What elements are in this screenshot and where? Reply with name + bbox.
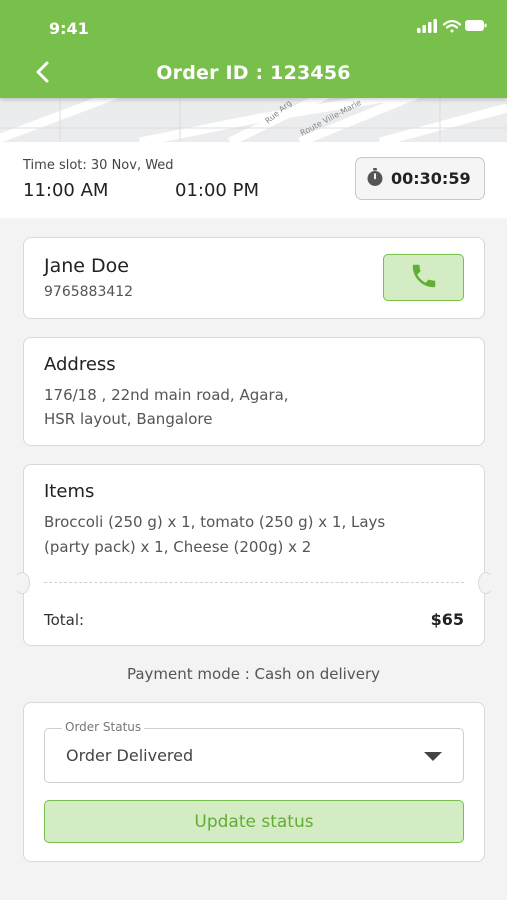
order-status-card: Order Status Order Delivered Update stat… (23, 702, 485, 862)
address-line-2: HSR layout, Bangalore (44, 410, 213, 428)
battery-icon (465, 20, 487, 31)
status-bar-time: 9:41 (49, 19, 89, 38)
timeslot-label: Time slot: 30 Nov, Wed (23, 158, 174, 173)
items-title: Items (44, 481, 95, 502)
customer-phone: 9765883412 (44, 284, 134, 300)
call-button[interactable] (383, 254, 464, 301)
stopwatch-icon (365, 167, 385, 191)
customer-name: Jane Doe (44, 255, 129, 277)
items-card: Items Broccoli (250 g) x 1, tomato (250 … (14, 464, 494, 646)
address-line-1: 176/18 , 22nd main road, Agara, (44, 386, 289, 404)
total-label: Total: (44, 611, 85, 629)
order-status-select[interactable]: Order Status Order Delivered (44, 720, 464, 783)
signal-icon (417, 19, 437, 33)
order-status-legend: Order Status (62, 720, 145, 734)
dashed-divider (44, 582, 464, 583)
phone-icon (409, 261, 439, 295)
page-title: Order ID : 123456 (156, 62, 351, 84)
customer-card: Jane Doe 9765883412 (23, 237, 485, 319)
items-line-1: Broccoli (250 g) x 1, tomato (250 g) x 1… (44, 513, 386, 531)
timeslot-end: 01:00 PM (175, 180, 259, 201)
total-value: $65 (430, 610, 464, 629)
ticket-notch-left (14, 572, 30, 594)
items-line-2: (party pack) x 1, Cheese (200g) x 2 (44, 538, 312, 556)
countdown-timer: 00:30:59 (355, 157, 485, 200)
order-status-value: Order Delivered (66, 746, 194, 765)
ticket-notch-right (478, 572, 494, 594)
caret-down-icon[interactable] (424, 752, 442, 761)
map-roads: Rue Arg Route Ville-Marie (0, 98, 507, 142)
update-status-button[interactable]: Update status (44, 800, 464, 843)
payment-mode: Payment mode : Cash on delivery (126, 665, 380, 683)
timeslot-section: Time slot: 30 Nov, Wed 11:00 AM 01:00 PM… (0, 142, 507, 218)
address-card: Address 176/18 , 22nd main road, Agara, … (23, 337, 485, 446)
timeslot-start: 11:00 AM (23, 180, 109, 201)
status-icons (417, 19, 487, 33)
map-preview[interactable]: Rue Arg Route Ville-Marie (0, 98, 507, 142)
wifi-icon (442, 19, 462, 33)
app-header: 9:41 Order ID : 123456 (0, 0, 507, 98)
timer-value: 00:30:59 (391, 169, 471, 188)
address-title: Address (44, 354, 116, 375)
